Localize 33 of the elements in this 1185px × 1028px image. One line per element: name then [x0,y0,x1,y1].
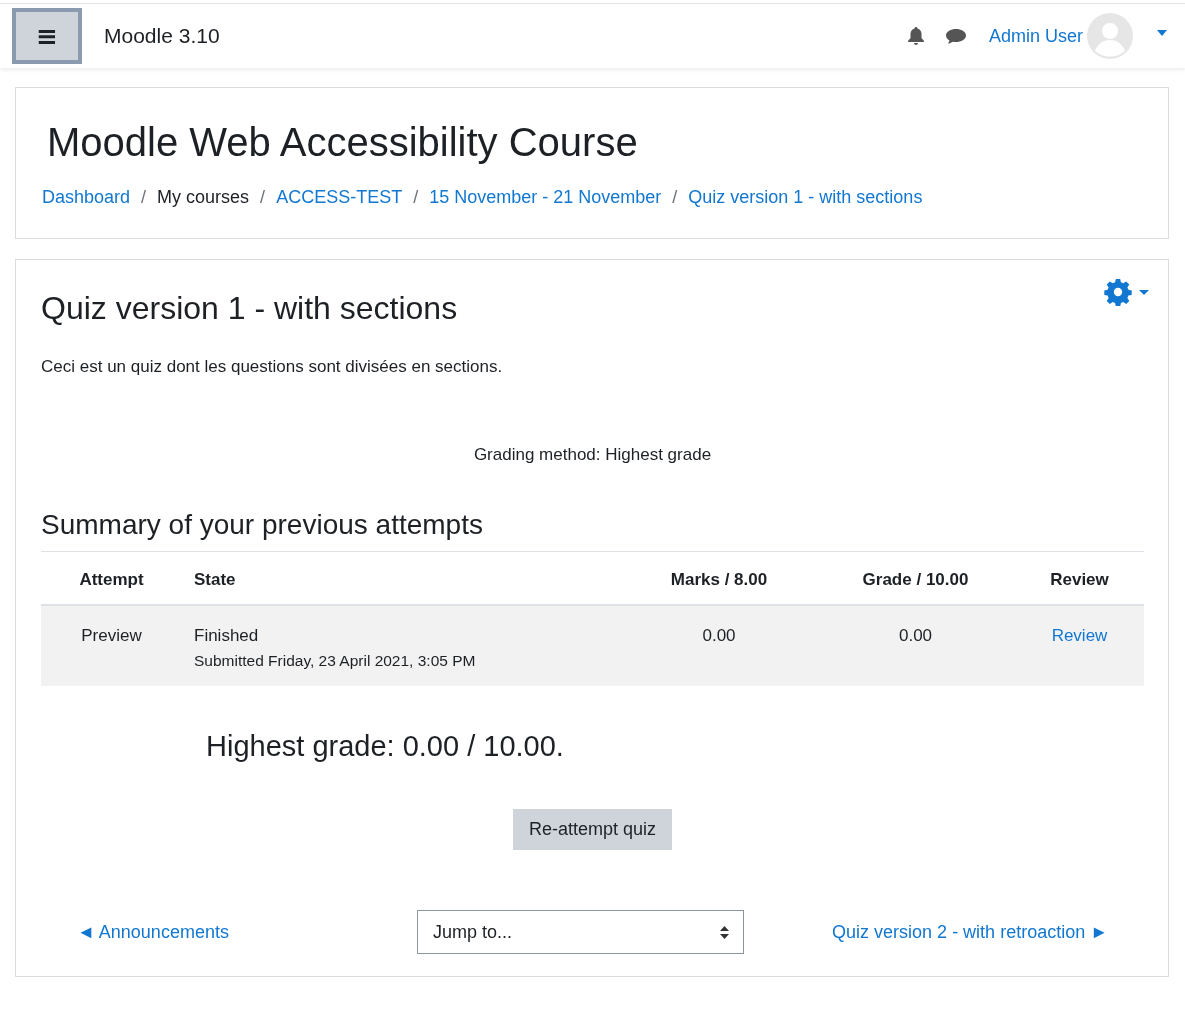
previous-activity-link[interactable]: ◄ Announcements [77,921,229,943]
notification-bell-icon[interactable] [906,26,925,46]
table-cell: 0.00 [816,605,1015,686]
course-title: Moodle Web Accessibility Course [47,120,639,165]
caret-icon[interactable] [1157,30,1167,36]
menu-button[interactable]: ≡ [12,8,82,64]
highest-grade: Highest grade: 0.00 / 10.00. [206,730,565,763]
chat-bubble-icon[interactable] [944,27,967,45]
table-cell: 0.00 [622,605,816,686]
breadcrumb-link[interactable]: 15 November - 21 November [429,187,662,208]
submitted-text: Submitted Friday, 23 April 2021, 3:05 PM [194,652,477,670]
breadcrumb-separator: / [141,187,147,208]
sort-arrows-icon [720,925,729,939]
next-activity-link[interactable]: Quiz version 2 - with retroaction ► [832,921,1108,943]
grading-method: Grading method: Highest grade [472,445,713,465]
reattempt-button[interactable]: Re-attempt quiz [512,809,673,850]
table-cell: Preview [41,605,182,686]
summary-title: Summary of your previous attempts [41,509,1144,552]
quiz-title: Quiz version 1 - with sections [41,290,458,327]
breadcrumb-separator: / [260,187,266,208]
breadcrumb-link[interactable]: Dashboard [42,187,131,208]
settings-icon[interactable] [1104,278,1152,306]
user-name-link[interactable]: Admin User [988,25,1083,47]
review-link[interactable]: Review [1051,626,1108,645]
breadcrumb-link[interactable]: Quiz version 1 - with sections [688,187,923,208]
breadcrumb-separator: / [672,187,678,208]
breadcrumb-item: My courses [157,187,250,208]
state-text: Finished [194,626,260,646]
site-name[interactable]: Moodle 3.10 [104,24,220,48]
breadcrumb-link[interactable]: ACCESS-TEST [276,187,403,208]
jump-to-select[interactable]: Jump to... [417,910,744,954]
quiz-intro: Ceci est un quiz dont les questions sont divisées en sections. [41,357,504,377]
breadcrumb-separator: / [413,187,419,208]
